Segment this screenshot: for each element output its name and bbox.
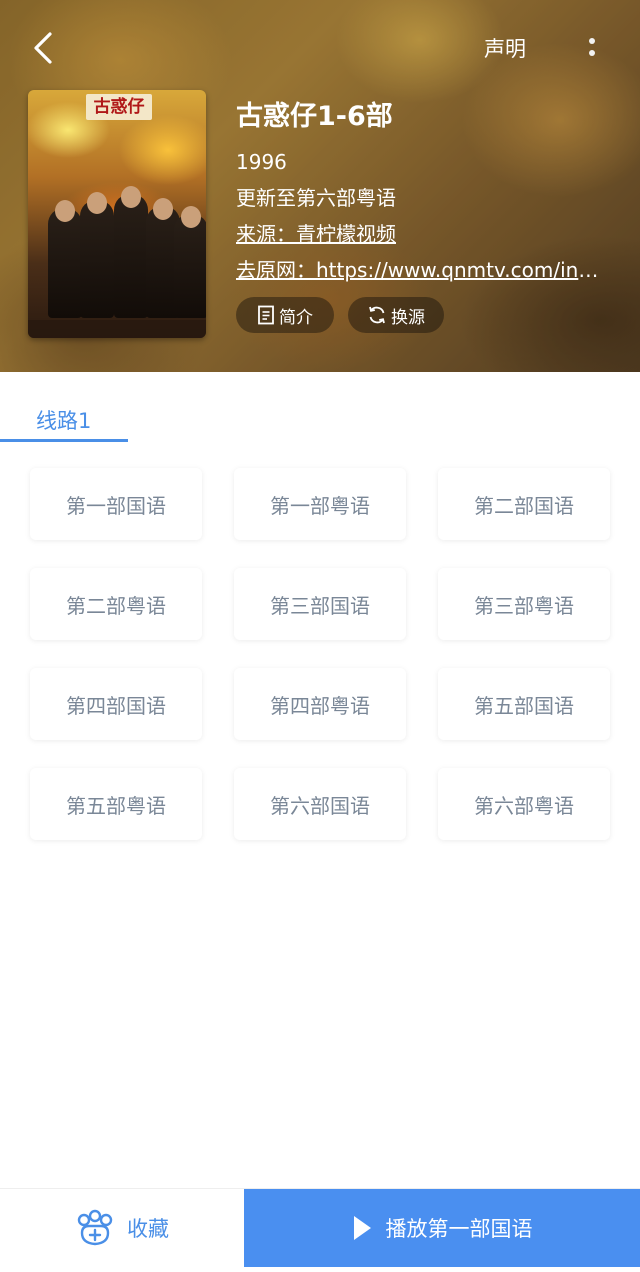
play-button[interactable]: 播放第一部国语 xyxy=(244,1189,640,1267)
refresh-icon xyxy=(369,306,385,324)
switch-source-button[interactable]: 换源 xyxy=(348,297,444,333)
episode-button[interactable]: 第三部国语 xyxy=(234,568,406,640)
update-status: 更新至第六部粤语 xyxy=(236,186,396,210)
poster-image: 古惑仔 xyxy=(28,90,206,338)
detail-page: 声明 古惑仔 古惑仔1-6部 1996 更新至第六部粤语 来源：青柠檬视频 去原 xyxy=(0,0,640,1272)
chevron-left-icon xyxy=(34,32,52,64)
origin-link[interactable]: 去原网：https://www.qnmtv.com/index.php/vod/… xyxy=(236,256,604,284)
episode-button[interactable]: 第二部粤语 xyxy=(30,568,202,640)
document-icon xyxy=(258,305,274,325)
episode-button[interactable]: 第五部国语 xyxy=(438,668,610,740)
source-link[interactable]: 来源：青柠檬视频 xyxy=(236,220,396,248)
episode-button[interactable]: 第六部国语 xyxy=(234,768,406,840)
video-title: 古惑仔1-6部 xyxy=(236,101,393,132)
episode-button[interactable]: 第五部粤语 xyxy=(30,768,202,840)
episode-grid: 第一部国语 第一部粤语 第二部国语 第二部粤语 第三部国语 第三部粤语 第四部国… xyxy=(30,468,610,840)
play-label: 播放第一部国语 xyxy=(385,1217,533,1241)
bottom-action-bar: 收藏 播放第一部国语 xyxy=(0,1188,640,1267)
more-vertical-icon[interactable] xyxy=(582,34,602,60)
episode-button[interactable]: 第一部粤语 xyxy=(234,468,406,540)
play-icon xyxy=(353,1216,371,1240)
favorite-button[interactable]: 收藏 xyxy=(0,1189,244,1267)
episode-button[interactable]: 第六部粤语 xyxy=(438,768,610,840)
poster-logo: 古惑仔 xyxy=(86,94,152,120)
header-background: 声明 古惑仔 古惑仔1-6部 1996 更新至第六部粤语 来源：青柠檬视频 去原 xyxy=(0,0,640,372)
tab-route-1[interactable]: 线路1 xyxy=(36,406,91,436)
back-button[interactable] xyxy=(28,30,58,66)
episode-button[interactable]: 第四部国语 xyxy=(30,668,202,740)
tab-indicator xyxy=(0,439,128,442)
episode-button[interactable]: 第一部国语 xyxy=(30,468,202,540)
episode-button[interactable]: 第四部粤语 xyxy=(234,668,406,740)
switch-source-label: 换源 xyxy=(391,307,425,328)
disclaimer-button[interactable]: 声明 xyxy=(484,34,526,64)
favorite-label: 收藏 xyxy=(127,1217,169,1241)
intro-label: 简介 xyxy=(279,307,313,328)
favorite-add-icon xyxy=(77,1209,113,1246)
intro-button[interactable]: 简介 xyxy=(236,297,334,333)
episode-button[interactable]: 第三部粤语 xyxy=(438,568,610,640)
episode-button[interactable]: 第二部国语 xyxy=(438,468,610,540)
release-year: 1996 xyxy=(236,150,287,174)
